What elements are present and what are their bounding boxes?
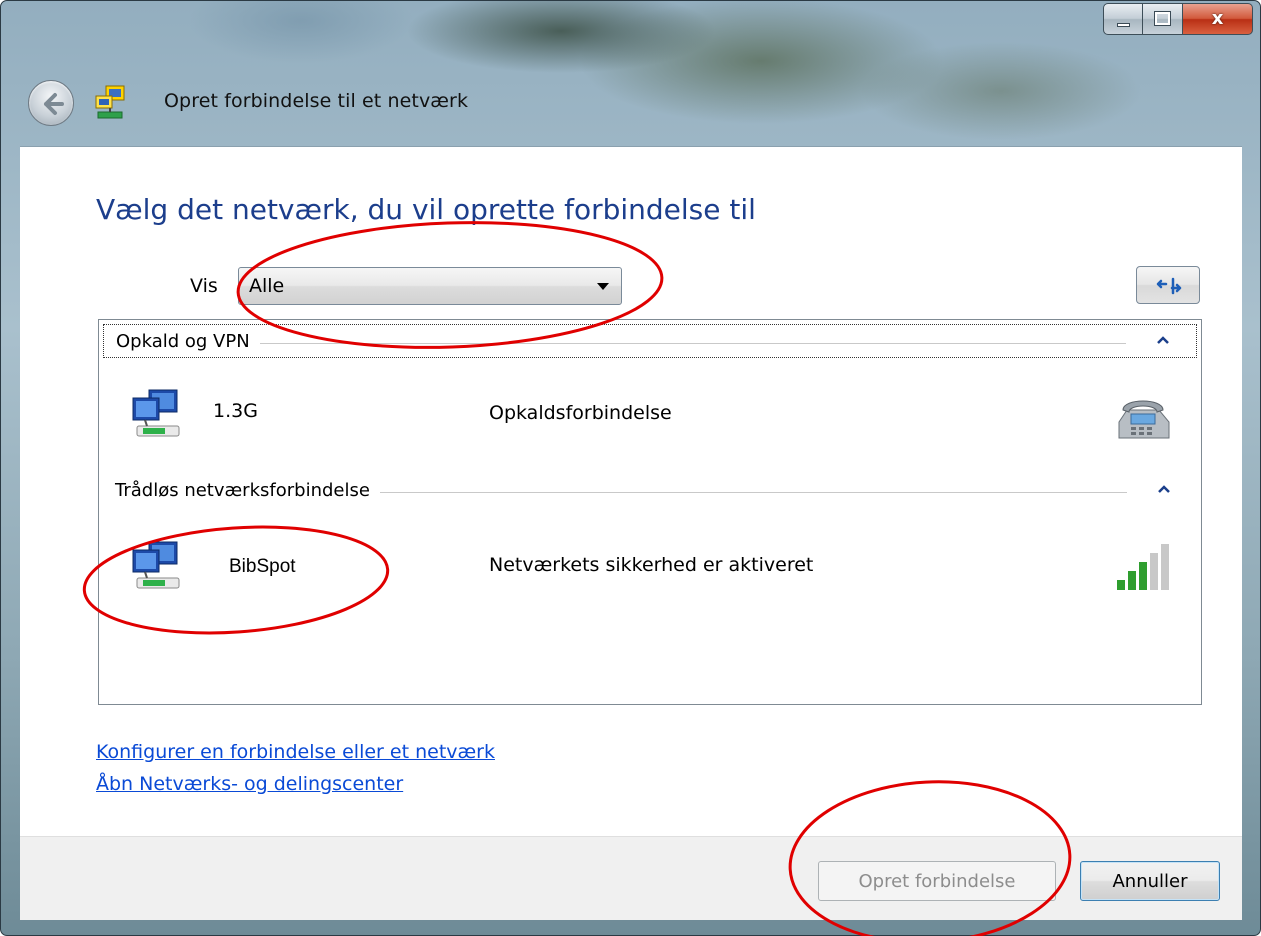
cancel-button[interactable]: Annuller [1080, 861, 1220, 901]
show-filter-select[interactable]: Alle [238, 267, 622, 305]
chevron-up-icon[interactable] [1156, 333, 1170, 347]
network-connect-icon [95, 85, 125, 119]
signal-bar [1161, 544, 1169, 590]
refresh-icon [1156, 277, 1182, 295]
signal-bar [1139, 562, 1147, 590]
group-header-dialup-vpn[interactable]: Opkald og VPN [103, 324, 1197, 358]
network-description: Netværkets sikkerhed er aktiveret [489, 554, 814, 576]
network-item-bibspot[interactable]: BibSpot Netværkets sikkerhed er aktivere… [103, 530, 1197, 610]
caption-buttons: x [1103, 3, 1253, 37]
connect-button[interactable]: Opret forbindelse [818, 861, 1056, 901]
close-button[interactable]: x [1183, 3, 1253, 35]
window-title: Opret forbindelse til et netværk [164, 90, 469, 112]
refresh-button[interactable] [1136, 266, 1200, 304]
group-label: Trådløs netværksforbindelse [115, 480, 380, 501]
signal-bar [1117, 580, 1125, 590]
chevron-up-icon[interactable] [1157, 482, 1171, 496]
group-label: Opkald og VPN [116, 331, 260, 352]
back-arrow-icon [44, 93, 64, 115]
back-button[interactable] [28, 80, 74, 126]
setup-connection-link[interactable]: Konfigurer en forbindelse eller et netvæ… [96, 741, 495, 763]
minimize-button[interactable] [1103, 3, 1143, 35]
network-description: Opkaldsforbindelse [489, 402, 672, 424]
signal-strength-icon [1117, 544, 1169, 590]
network-list: Opkald og VPN 1.3G Opkaldsforbindelse Tr… [98, 319, 1202, 705]
content-panel: Vælg det netværk, du vil oprette forbind… [20, 146, 1242, 836]
minimize-icon [1117, 23, 1130, 27]
network-name: BibSpot [229, 556, 296, 577]
telephone-icon [1118, 400, 1170, 439]
maximize-icon [1154, 11, 1171, 26]
network-name: 1.3G [213, 400, 258, 422]
dropdown-arrow-icon [597, 283, 609, 290]
maximize-button[interactable] [1143, 3, 1183, 35]
close-icon: x [1211, 8, 1224, 29]
page-heading: Vælg det netværk, du vil oprette forbind… [96, 193, 756, 226]
title-bar: Opret forbindelse til et netværk x [0, 0, 1261, 146]
group-header-wireless[interactable]: Trådløs netværksforbindelse [103, 474, 1197, 508]
show-filter-value: Alle [249, 275, 285, 297]
footer-bar: Opret forbindelse Annuller [20, 836, 1242, 920]
group-divider [116, 343, 1126, 344]
signal-bar [1150, 553, 1158, 590]
network-connection-icon [132, 541, 180, 589]
network-connection-icon [132, 389, 180, 437]
network-item-1-3g[interactable]: 1.3G Opkaldsforbindelse [103, 378, 1197, 458]
signal-bar [1128, 571, 1136, 590]
network-center-link[interactable]: Åbn Netværks- og delingscenter [96, 773, 403, 795]
show-label: Vis [190, 275, 218, 297]
window-frame-bottom [0, 920, 1261, 936]
